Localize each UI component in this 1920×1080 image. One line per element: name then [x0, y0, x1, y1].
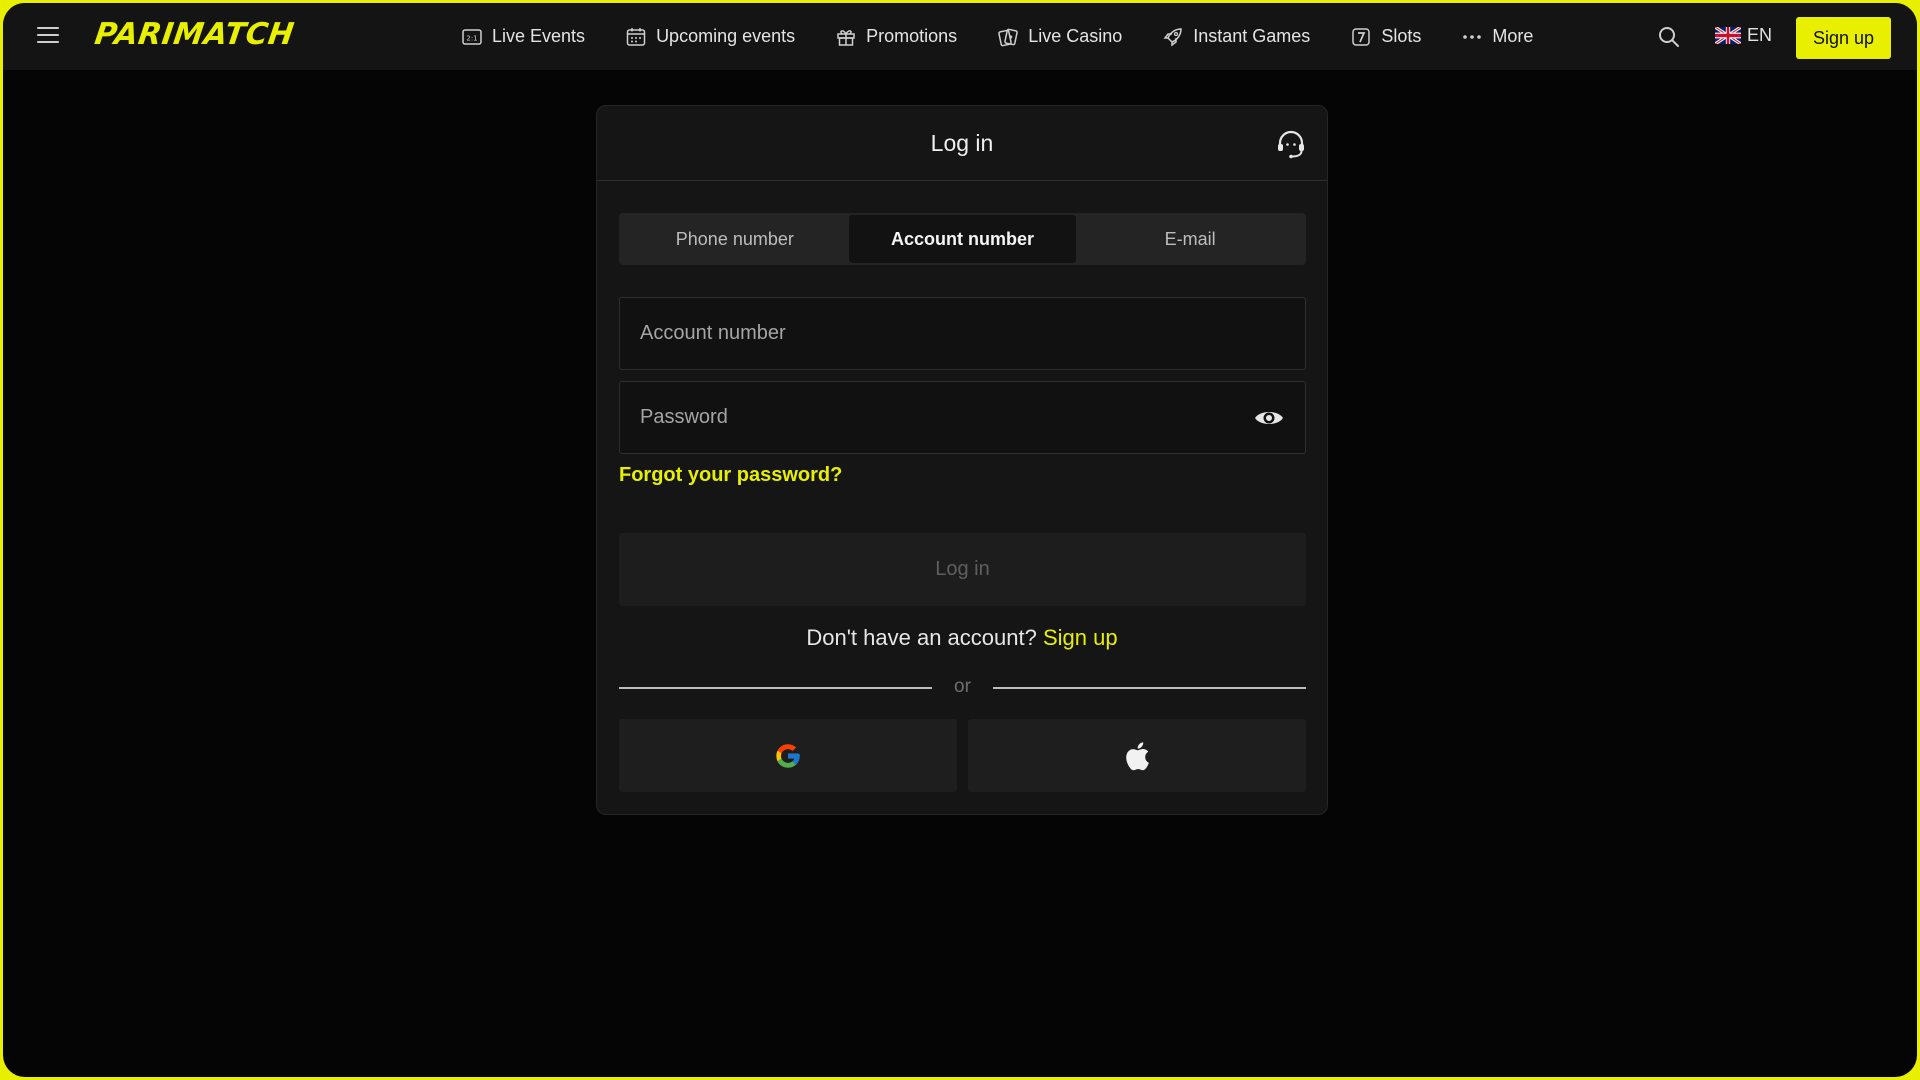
show-password-eye-icon[interactable] [1253, 407, 1285, 429]
nav-label: Upcoming events [656, 26, 796, 46]
nav-live-events[interactable]: 2:1 Live Events [461, 26, 585, 48]
nav-label: Live Events [492, 26, 586, 46]
svg-text:2:1: 2:1 [466, 34, 477, 42]
account-number-field [619, 297, 1306, 370]
divider-line-right [993, 687, 1306, 689]
no-account-row: Don't have an account? Sign up [597, 625, 1327, 651]
slot-seven-icon [1350, 26, 1372, 48]
tab-phone-number[interactable]: Phone number [621, 215, 849, 263]
apple-icon [1126, 741, 1149, 770]
tab-email[interactable]: E-mail [1076, 215, 1304, 263]
more-dots-icon [1461, 26, 1483, 48]
nav-label: Live Casino [1028, 26, 1123, 46]
forgot-password-link[interactable]: Forgot your password? [619, 464, 842, 487]
nav-label: Slots [1381, 26, 1422, 46]
calendar-icon [625, 26, 647, 48]
gift-icon [835, 26, 857, 48]
nav-upcoming-events[interactable]: Upcoming events [625, 26, 795, 48]
nav-label: Promotions [866, 26, 958, 46]
signup-link[interactable]: Sign up [1043, 625, 1118, 650]
nav-label: More [1492, 26, 1534, 46]
password-field [619, 381, 1306, 454]
account-number-input[interactable] [640, 322, 1285, 345]
uk-flag-icon [1715, 27, 1741, 44]
nav-more[interactable]: More [1461, 26, 1533, 48]
apple-login-button[interactable] [968, 719, 1306, 792]
support-headset-icon[interactable] [1275, 128, 1307, 160]
no-account-text: Don't have an account? [806, 625, 1037, 650]
search-icon[interactable] [1657, 25, 1681, 49]
password-input[interactable] [640, 406, 1253, 429]
login-submit-button[interactable]: Log in [619, 533, 1306, 606]
login-modal-header: Log in [597, 106, 1327, 181]
menu-hamburger-icon[interactable] [37, 27, 59, 45]
language-selector[interactable]: EN [1715, 25, 1772, 46]
google-icon [776, 743, 800, 768]
language-label: EN [1747, 25, 1773, 45]
top-header: PARIMATCH 2:1 Live Events Upcoming event… [3, 3, 1917, 70]
nav-promotions[interactable]: Promotions [835, 26, 957, 48]
google-login-button[interactable] [619, 719, 957, 792]
login-modal: Log in Phone number Account number E-mai… [596, 105, 1328, 815]
login-method-tabs: Phone number Account number E-mail [619, 213, 1306, 265]
nav-live-casino[interactable]: Live Casino [997, 26, 1122, 48]
or-divider: or [619, 676, 1306, 697]
rocket-icon [1162, 26, 1184, 48]
tab-account-number[interactable]: Account number [848, 215, 1077, 263]
nav-slots[interactable]: Slots [1350, 26, 1421, 48]
login-title: Log in [930, 129, 994, 156]
parimatch-logo[interactable]: PARIMATCH [93, 17, 297, 52]
header-signup-button[interactable]: Sign up [1796, 17, 1891, 59]
scoreboard-icon: 2:1 [461, 26, 483, 48]
nav-label: Instant Games [1193, 26, 1311, 46]
main-nav: 2:1 Live Events Upcoming events Promotio… [461, 3, 1533, 70]
cards-icon [997, 26, 1019, 48]
nav-instant-games[interactable]: Instant Games [1162, 26, 1310, 48]
app-frame: PARIMATCH 2:1 Live Events Upcoming event… [3, 3, 1917, 1077]
